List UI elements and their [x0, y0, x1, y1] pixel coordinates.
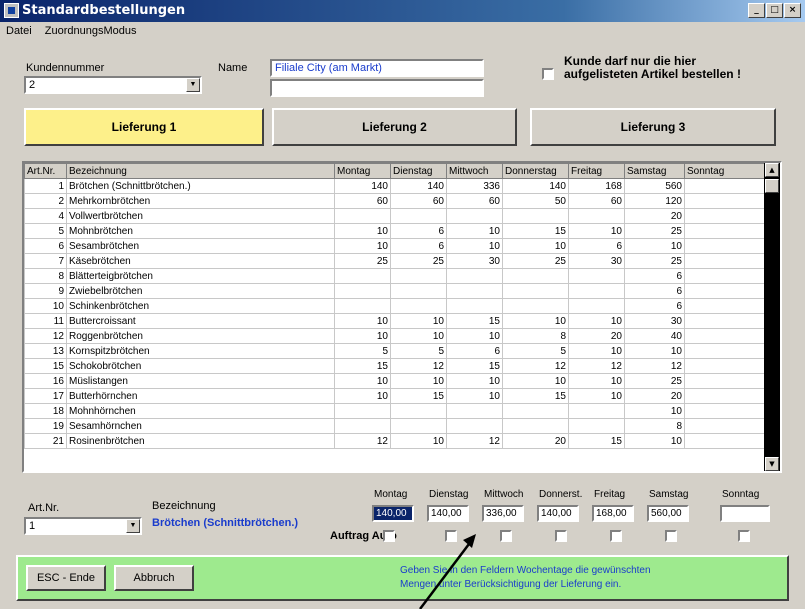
main-window: Standardbestellungen _ □ × Datei Zuordnu…	[0, 0, 805, 609]
arrow-annotation	[419, 534, 476, 609]
